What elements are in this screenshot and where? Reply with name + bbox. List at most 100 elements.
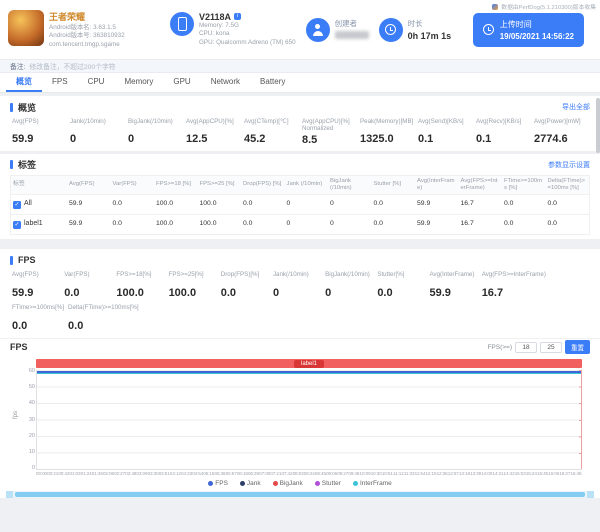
cell: 0.0	[373, 220, 383, 228]
overview-section: 概览 导出全部 Avg(FPS) 59.9 Jank(/10min) 0 Big…	[0, 96, 600, 151]
x-tick-label: 12:15	[425, 471, 437, 477]
legend-label: Jank	[246, 480, 261, 488]
tab[interactable]: GPU	[163, 73, 200, 92]
stat-item: Avg(AppCPU)[%] Normalized 8.5	[300, 117, 358, 147]
cell: 0.0	[112, 220, 122, 228]
perfdog-logo-icon	[492, 3, 499, 10]
cell: 0.0	[243, 220, 253, 228]
column-header: Drop(FPS) [%]	[243, 181, 282, 188]
tab[interactable]: Memory	[114, 73, 163, 92]
cell: 0.0	[504, 200, 514, 208]
legend-item[interactable]: InterFrame	[352, 480, 392, 487]
x-tick-label: 16:27	[559, 471, 571, 477]
fps-threshold-high-input[interactable]: 25	[540, 341, 562, 353]
x-tick-label: 16:06	[548, 471, 560, 477]
legend-item[interactable]: Jank	[239, 480, 261, 488]
reset-button[interactable]: 重置	[565, 340, 590, 355]
stat-item: Var(FPS) 0.0	[62, 270, 114, 300]
stat-value: 0	[128, 133, 135, 145]
stat-label: BigJank(/10min)	[128, 118, 173, 125]
stat-item: Stutter[%] 0.0	[375, 270, 427, 300]
x-tick-label: 14:00	[481, 471, 493, 477]
legend-label: FPS	[215, 480, 228, 488]
stat-item: Avg(FPS>=InterFrame) 16.7	[480, 270, 548, 300]
remark-bar[interactable]: 备注: 修改备注，不超过200个字符	[0, 60, 600, 73]
legend-item[interactable]: Stutter	[314, 480, 341, 487]
tab[interactable]: FPS	[42, 73, 78, 92]
stat-label: Drop(FPS)[%]	[220, 271, 260, 279]
legend-item[interactable]: FPS	[208, 480, 228, 487]
fps-threshold-label: FPS(>=)	[487, 343, 512, 351]
x-tick-label: 07:42	[281, 471, 293, 477]
x-axis: 00:00 00:21 00:42 01:03 01:24 01:45 02:06 02:27…	[36, 471, 582, 476]
stat-item: Avg(InterFrame) 59.9	[428, 270, 480, 300]
legend-item[interactable]: BigJank	[272, 480, 303, 487]
stat-value: 0.0	[220, 287, 237, 300]
column-header: FTime>=100ms [%]	[504, 177, 543, 191]
creator-label: 创建者	[334, 18, 358, 28]
tab-label: FPS	[52, 77, 68, 86]
row-checkbox[interactable]	[13, 220, 21, 229]
stat-value: 45.2	[244, 133, 266, 145]
stat-value: 8.5	[302, 133, 318, 146]
legend-dot	[314, 481, 320, 487]
overview-title: 概览	[18, 102, 37, 113]
y-tick-label: 40	[28, 400, 35, 407]
x-tick-label: 01:45	[91, 471, 103, 477]
x-tick-label: 09:06	[326, 471, 338, 477]
tab[interactable]: Battery	[250, 73, 295, 92]
duration-icon	[378, 17, 403, 42]
chart-scrollbar[interactable]	[6, 491, 594, 499]
stat-label: Peak(Memory)[MB]	[360, 118, 414, 125]
x-tick-label: 01:24	[80, 471, 92, 477]
stat-label: FPS>=25[%]	[168, 271, 204, 279]
stat-value: 0.1	[418, 133, 434, 145]
collector-note: 数据由PerfDog(5.1.210300)版本收集	[492, 2, 596, 11]
label-band-text: label1	[293, 359, 325, 368]
section-accent-bar	[10, 160, 13, 170]
x-tick-label: 02:48	[125, 471, 137, 477]
column-header: FPS>=18 [%]	[156, 181, 192, 188]
row-label: label1	[24, 220, 43, 228]
device-icon	[170, 11, 194, 36]
column-header: Avg(InterFrame)	[417, 177, 455, 191]
collector-note-text: 数据由PerfDog(5.1.210300)版本收集	[501, 5, 596, 11]
tab-label: Battery	[260, 77, 286, 86]
fps-chart-header: FPS FPS(>=) 18 25 重置	[0, 338, 600, 355]
tab[interactable]: Network	[201, 73, 250, 92]
tab-label: Network	[210, 77, 241, 86]
scrollbar-thumb[interactable]	[15, 492, 585, 498]
stat-label: BigJank(/10min)	[325, 271, 370, 279]
phone-icon	[177, 16, 187, 31]
x-tick-label: 03:30	[147, 471, 159, 477]
export-all-link[interactable]: 导出全部	[562, 102, 590, 112]
x-tick-label: 11:12	[393, 471, 404, 477]
x-tick-label: 14:21	[492, 471, 504, 477]
cell: 59.9	[417, 200, 431, 208]
stat-label: Avg(FPS)	[12, 118, 39, 125]
scrollbar-right-handle[interactable]	[587, 491, 594, 499]
x-tick-label: 08:24	[303, 471, 315, 477]
stat-item: Avg(AppCPU)[%] 12.5	[184, 117, 242, 147]
plot-area[interactable]: 60 50 40 30 20 10 0	[29, 368, 582, 471]
device-info-badge[interactable]: i	[234, 13, 242, 21]
stat-item: FPS>=25[%] 100.0	[167, 270, 219, 300]
game-version-name: Android版本名: 3.63.1.5	[49, 23, 116, 31]
remark-label: 备注:	[10, 64, 26, 71]
x-tick-label: 07:00	[259, 471, 271, 477]
page-scrollbar-thumb[interactable]	[596, 98, 600, 153]
stat-label: Jank(/10min)	[70, 118, 106, 125]
parameter-display-settings-link[interactable]: 参数显示设置	[548, 160, 590, 170]
tab[interactable]: 概览	[6, 73, 42, 92]
fps-threshold-low-input[interactable]: 18	[515, 341, 537, 353]
stat-label: Avg(AppCPU)[%]	[186, 118, 234, 125]
game-icon	[8, 9, 44, 46]
cell: 0.0	[112, 200, 122, 208]
scrollbar-left-handle[interactable]	[6, 491, 13, 499]
game-version-code: Android版本号: 363810932	[49, 32, 125, 40]
row-checkbox[interactable]	[13, 200, 21, 209]
x-tick-label: 01:03	[69, 471, 81, 477]
stat-label: Avg(Recv)[KB/s]	[476, 118, 522, 125]
column-header: Delta(FTime)>=100ms [%]	[547, 177, 586, 191]
tab[interactable]: CPU	[78, 73, 115, 92]
